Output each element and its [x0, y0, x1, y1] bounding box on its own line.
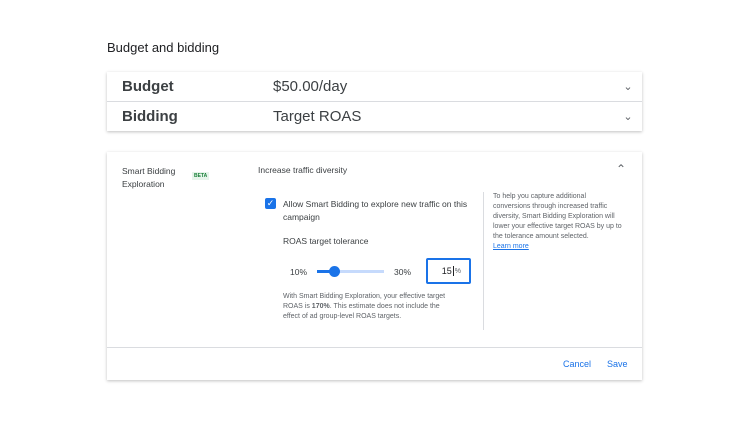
- budget-bidding-card: Budget $50.00/day ⌄ Bidding Target ROAS …: [107, 72, 642, 131]
- learn-more-link[interactable]: Learn more: [493, 243, 529, 250]
- beta-badge: BETA: [192, 172, 209, 180]
- budget-label: Budget: [107, 78, 273, 95]
- allow-exploration-checkbox[interactable]: ✓: [265, 198, 276, 209]
- tolerance-slider[interactable]: [317, 270, 384, 273]
- bidding-label: Bidding: [107, 108, 273, 125]
- budget-row[interactable]: Budget $50.00/day ⌄: [107, 72, 642, 102]
- bidding-value: Target ROAS: [273, 108, 614, 125]
- exploration-card: Smart Bidding Exploration BETA Increase …: [107, 152, 642, 380]
- chevron-down-icon[interactable]: ⌄: [614, 80, 642, 93]
- chevron-up-icon[interactable]: ⌃: [616, 162, 626, 176]
- divider: [483, 192, 484, 330]
- cancel-button[interactable]: Cancel: [563, 359, 591, 369]
- section-title: Budget and bidding: [107, 40, 219, 55]
- divider: [107, 347, 642, 348]
- slider-max-label: 30%: [394, 267, 411, 277]
- bidding-row[interactable]: Bidding Target ROAS ⌄: [107, 102, 642, 131]
- checkbox-label: Allow Smart Bidding to explore new traff…: [283, 198, 473, 224]
- exploration-summary: Increase traffic diversity: [258, 165, 347, 175]
- tolerance-input-value: 15: [442, 266, 452, 276]
- percent-suffix: %: [455, 268, 461, 275]
- effective-roas-note: With Smart Bidding Exploration, your eff…: [283, 292, 453, 322]
- chevron-down-icon[interactable]: ⌄: [614, 110, 642, 123]
- effective-roas-value: 170%: [312, 303, 330, 310]
- help-text-body: To help you capture additional conversio…: [493, 193, 622, 240]
- budget-value: $50.00/day: [273, 78, 614, 95]
- save-button[interactable]: Save: [607, 359, 628, 369]
- tolerance-input[interactable]: 15%: [426, 258, 471, 284]
- exploration-label: Smart Bidding Exploration: [122, 165, 192, 191]
- help-text: To help you capture additional conversio…: [493, 192, 623, 252]
- slider-min-label: 10%: [290, 267, 307, 277]
- slider-thumb[interactable]: [329, 266, 340, 277]
- tolerance-label: ROAS target tolerance: [283, 236, 369, 246]
